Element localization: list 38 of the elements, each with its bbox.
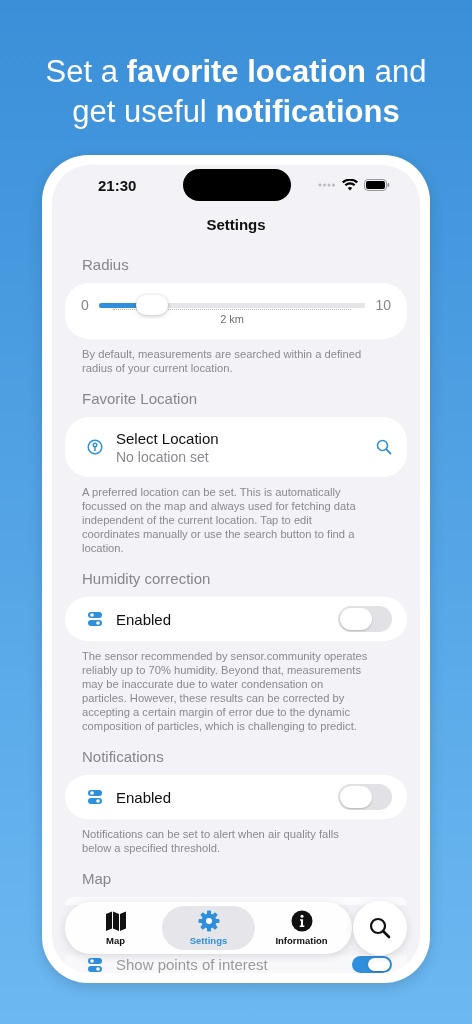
section-footer: By default, measurements are searched within a defined radius of your current location. bbox=[82, 347, 371, 375]
section-header: Map bbox=[82, 870, 112, 888]
location-value: No location set bbox=[116, 448, 209, 465]
switches-icon bbox=[87, 611, 103, 627]
slider-value: 2 km bbox=[220, 313, 245, 326]
toggle-switch[interactable] bbox=[338, 784, 392, 810]
screen-title: Settings bbox=[206, 216, 266, 235]
map-icon bbox=[104, 910, 127, 932]
section-header: Notifications bbox=[82, 748, 164, 766]
gear-icon bbox=[197, 910, 220, 932]
signal-dots-icon bbox=[318, 183, 336, 187]
toggle-label: Enabled bbox=[116, 788, 173, 806]
section-header: Radius bbox=[82, 256, 129, 274]
battery-icon bbox=[364, 179, 390, 191]
section-header: Humidity correction bbox=[82, 570, 211, 588]
toggle-label: Show points of interest bbox=[116, 956, 269, 973]
location-title: Select Location bbox=[116, 429, 219, 447]
search-button[interactable] bbox=[353, 901, 407, 955]
section-footer: A preferred location can be set. This is automatically focussed on the map and always used for fetching data independent of the current location. Tap to edit coordinates manually or use the search button to find a location. bbox=[82, 485, 371, 555]
toggle-switch[interactable] bbox=[352, 956, 392, 973]
info-icon bbox=[290, 910, 313, 932]
tab[interactable]: Information bbox=[255, 906, 348, 950]
toggle-label: Enabled bbox=[116, 610, 173, 628]
wifi-icon bbox=[342, 179, 358, 191]
location-card[interactable]: Select Location No location set bbox=[65, 417, 407, 477]
search-icon[interactable] bbox=[376, 439, 392, 455]
toggle-switch[interactable] bbox=[338, 606, 392, 632]
search-icon bbox=[369, 917, 391, 939]
switches-icon bbox=[87, 789, 103, 805]
section-footer: Notifications can be set to alert when air quality falls below a specified threshold. bbox=[82, 827, 371, 855]
tab[interactable]: Map bbox=[69, 906, 162, 950]
section-header: Favorite Location bbox=[82, 390, 198, 408]
status-time: 21:30 bbox=[98, 176, 137, 194]
pin-icon bbox=[87, 439, 103, 455]
slider-min-label: 0 bbox=[81, 297, 89, 313]
section-footer: The sensor recommended by sensor.community operates reliably up to 70% humidity. Beyond that, measurements may be inaccurate due to water condensation on particles. However, these results can be corrected by accepting a certain margin of error due to the dynamic composition of particles, which is challenging to predict. bbox=[82, 649, 371, 733]
headline: Set a favorite location and get useful notifications bbox=[44, 53, 428, 131]
slider-max-label: 10 bbox=[375, 297, 391, 313]
